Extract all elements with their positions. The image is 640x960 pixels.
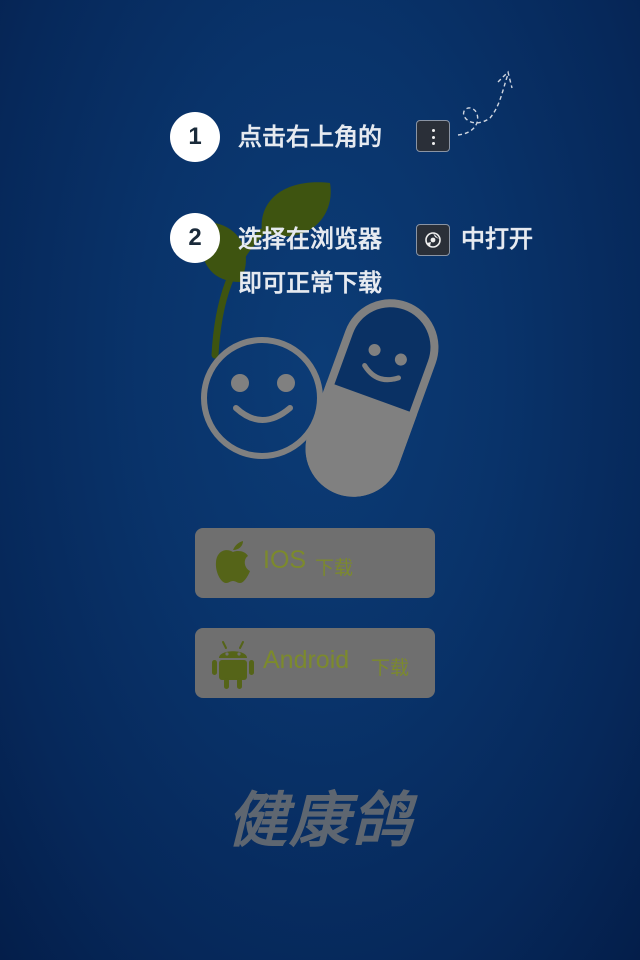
pill-face-icon (305, 299, 439, 497)
ios-button-sub-label: 下载 (315, 557, 354, 579)
android-download-button[interactable]: Android 下载 (195, 628, 435, 698)
android-icon (212, 641, 254, 689)
android-button-label: Android (263, 646, 350, 674)
menu-icon-box (416, 120, 450, 152)
vertical-dots-menu-icon (432, 129, 435, 145)
dashed-curved-arrow-icon (457, 70, 513, 136)
browser-globe-icon (425, 232, 441, 248)
ios-button-label: IOS (263, 546, 307, 574)
step-2-text-suffix: 中打开 (461, 225, 533, 253)
brand-logo-text: 健康鸽 (227, 786, 413, 856)
ios-download-button[interactable]: IOS 下载 (195, 528, 435, 598)
step-2-text-line1: 选择在浏览器 (238, 225, 382, 253)
apple-icon (215, 541, 250, 583)
step-1-text: 点击右上角的 (238, 123, 382, 151)
step-number-1: 1 (170, 112, 220, 162)
smiley-face-icon (201, 337, 323, 459)
android-button-sub-label: 下载 (371, 657, 410, 679)
step-2-text-line2: 即可正常下载 (238, 269, 382, 297)
browser-icon-box (416, 224, 450, 256)
step-number-2: 2 (170, 213, 220, 263)
